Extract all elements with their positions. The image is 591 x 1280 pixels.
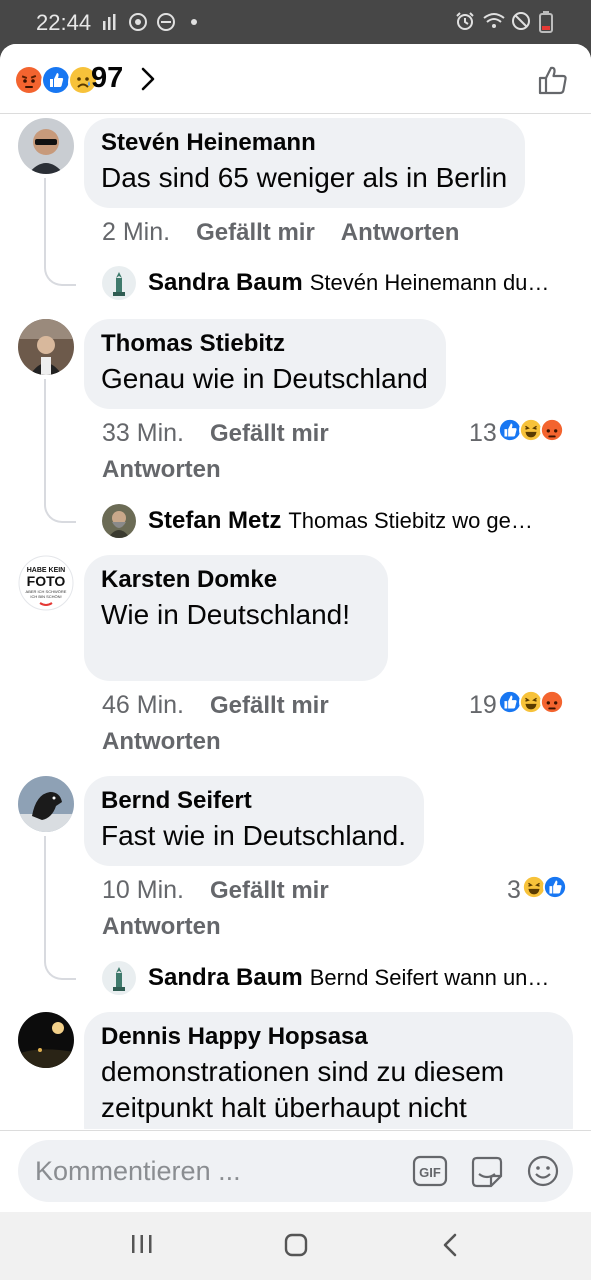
comment: HABE KEIN FOTO ABER ICH SCHWÖRE ICH BIN … [0, 555, 591, 755]
comment-reaction-count: 3 [507, 876, 521, 904]
like-link[interactable]: Gefällt mir [210, 877, 329, 904]
svg-text:GIF: GIF [419, 1165, 441, 1180]
reply-avatar[interactable] [102, 961, 136, 995]
reply-preview[interactable]: Stefan Metz Thomas Stiebitz wo ge… [102, 503, 572, 539]
comment-reactions[interactable]: 13 [469, 418, 564, 449]
reply-text: Bernd Seifert wann un… [309, 965, 550, 990]
comment-author[interactable]: Dennis Happy Hopsasa [101, 1022, 555, 1052]
comment-text: Genau wie in Deutschland [101, 363, 428, 394]
comment-bubble[interactable]: Thomas Stiebitz Genau wie in Deutschland [84, 319, 446, 409]
comment-time: 46 Min. [102, 691, 184, 719]
do-not-disturb-icon [156, 12, 176, 32]
battery-low-icon [539, 11, 559, 33]
chevron-right-icon[interactable] [138, 66, 158, 97]
comments-list[interactable]: Stevén Heinemann Das sind 65 weniger als… [0, 116, 591, 1129]
reply-author[interactable]: Sandra Baum [148, 269, 303, 297]
comment-text: demonstrationen sind zu diesem zeitpunkt… [101, 1056, 505, 1123]
gif-icon[interactable]: GIF [412, 1154, 448, 1193]
svg-text:FOTO: FOTO [27, 573, 66, 589]
comments-sheet: 97 Stevén Heinemann Das sind 65 weniger … [0, 44, 591, 1212]
angry-reaction-icon [539, 418, 564, 449]
reply-avatar[interactable] [102, 266, 136, 300]
reply-link[interactable]: Antworten [102, 913, 221, 941]
svg-text:ICH BIN SCHÖN!: ICH BIN SCHÖN! [30, 594, 61, 599]
thread-line [44, 379, 76, 523]
back-icon[interactable] [440, 1232, 462, 1263]
comment-author[interactable]: Stevén Heinemann [101, 128, 507, 158]
comment-author[interactable]: Karsten Domke [101, 565, 370, 595]
comment-composer[interactable]: GIF [18, 1140, 573, 1202]
reply-preview[interactable]: Sandra Baum Stevén Heinemann du… [102, 265, 572, 301]
no-sim-icon [511, 11, 531, 31]
comment-actions: 33 Min. Gefällt mir [102, 419, 355, 448]
comment-bubble[interactable]: Stevén Heinemann Das sind 65 weniger als… [84, 118, 526, 208]
like-link[interactable]: Gefällt mir [196, 219, 315, 246]
comment: Dennis Happy Hopsasa demonstrationen sin… [0, 1012, 591, 1129]
comment-bubble[interactable]: Dennis Happy Hopsasa demonstrationen sin… [84, 1012, 573, 1129]
comment-bubble[interactable]: Karsten Domke Wie in Deutschland! [84, 555, 388, 681]
system-nav-bar [0, 1212, 591, 1280]
recent-apps-icon[interactable] [130, 1232, 154, 1261]
comment-text: Fast wie in Deutschland. [101, 820, 407, 851]
avatar[interactable]: HABE KEIN FOTO ABER ICH SCHWÖRE ICH BIN … [18, 555, 74, 611]
reply-avatar[interactable] [102, 504, 136, 538]
emoji-icon[interactable] [526, 1154, 560, 1193]
reply-preview[interactable]: Sandra Baum Bernd Seifert wann un… [102, 960, 572, 996]
comment-reactions[interactable]: 19 [469, 690, 564, 721]
avatar[interactable] [18, 776, 74, 832]
thumbs-up-icon[interactable] [537, 64, 569, 101]
reply-link[interactable]: Antworten [102, 728, 221, 756]
comment: Stevén Heinemann Das sind 65 weniger als… [0, 118, 591, 308]
avatar[interactable] [18, 319, 74, 375]
reply-link[interactable]: Antworten [341, 219, 460, 246]
comment-reaction-count: 13 [469, 419, 497, 447]
avatar[interactable] [18, 118, 74, 174]
whatsapp-icon [128, 12, 148, 32]
angry-reaction-icon [14, 65, 44, 100]
like-link[interactable]: Gefällt mir [210, 420, 329, 447]
wifi-icon [483, 11, 505, 31]
comment-time: 2 Min. [102, 218, 171, 246]
comment-input[interactable] [35, 1140, 395, 1202]
comment: Thomas Stiebitz Genau wie in Deutschland… [0, 319, 591, 538]
comment-actions: 10 Min. Gefällt mir [102, 876, 355, 905]
comment-time: 10 Min. [102, 876, 184, 904]
alarm-icon [455, 11, 475, 31]
signal-bars-icon [100, 12, 120, 32]
comment-reactions[interactable]: 3 [507, 875, 567, 906]
sticker-icon[interactable] [469, 1154, 505, 1195]
comment-actions: 2 Min. Gefällt mir Antworten [102, 218, 485, 247]
angry-reaction-icon [539, 690, 564, 721]
home-icon[interactable] [283, 1232, 309, 1263]
thread-line [44, 836, 76, 980]
comment-time: 33 Min. [102, 419, 184, 447]
comment-text: Das sind 65 weniger als in Berlin [101, 162, 508, 193]
like-link[interactable]: Gefällt mir [210, 692, 329, 719]
reaction-count[interactable]: 97 [91, 62, 123, 95]
composer-bar: GIF [0, 1130, 591, 1212]
like-reaction-icon [542, 875, 567, 906]
comment-reaction-count: 19 [469, 691, 497, 719]
status-bar: 22:44 [0, 0, 591, 44]
reactions-header[interactable]: 97 [0, 44, 591, 114]
thread-line [44, 178, 76, 286]
comment-author[interactable]: Bernd Seifert [101, 786, 406, 816]
reply-text: Stevén Heinemann du… [309, 270, 550, 295]
reply-text: Thomas Stiebitz wo ge… [288, 508, 533, 533]
dot-icon [184, 12, 204, 32]
comment: Bernd Seifert Fast wie in Deutschland. 1… [0, 776, 591, 1006]
comment-bubble[interactable]: Bernd Seifert Fast wie in Deutschland. [84, 776, 425, 866]
comment-author[interactable]: Thomas Stiebitz [101, 329, 428, 359]
reaction-summary[interactable] [14, 65, 98, 100]
comment-actions: 46 Min. Gefällt mir [102, 691, 355, 720]
status-time: 22:44 [36, 10, 92, 35]
avatar[interactable] [18, 1012, 74, 1068]
comment-text: Wie in Deutschland! [101, 599, 351, 630]
like-reaction-icon [41, 65, 71, 100]
reply-author[interactable]: Stefan Metz [148, 507, 281, 535]
reply-author[interactable]: Sandra Baum [148, 964, 303, 992]
reply-link[interactable]: Antworten [102, 456, 221, 484]
